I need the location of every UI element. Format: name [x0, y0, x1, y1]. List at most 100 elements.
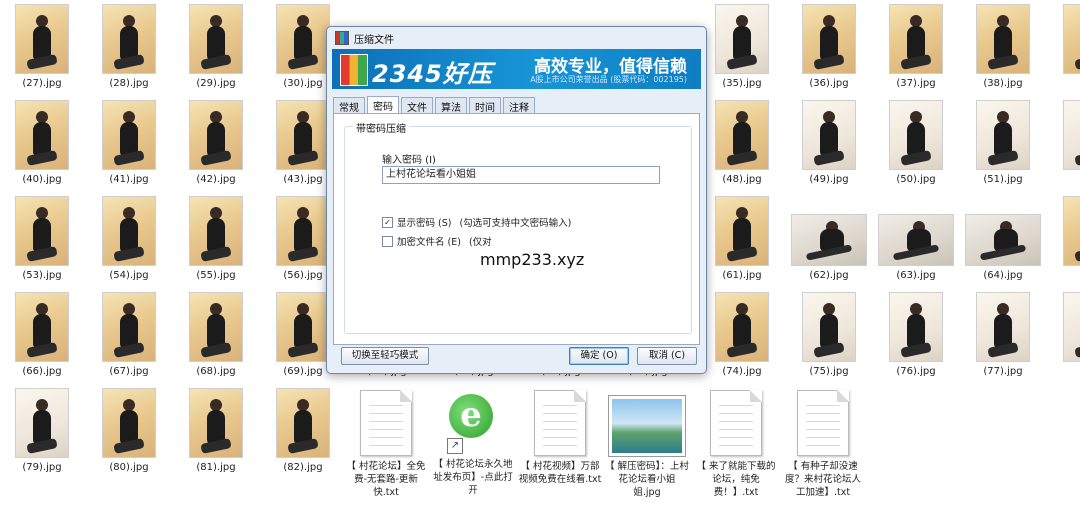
image-file-tile[interactable]: (29).jpg [174, 4, 258, 89]
image-file-tile[interactable]: (68).jpg [174, 292, 258, 377]
tab-general[interactable]: 常规 [333, 97, 365, 114]
image-file-tile[interactable]: (62).jpg [787, 196, 871, 281]
file-name-label: (77).jpg [983, 366, 1023, 377]
image-thumbnail [15, 4, 69, 74]
image-file-tile[interactable]: (61).jpg [700, 196, 784, 281]
text-file-tile[interactable]: 【 有种子却没速度？来村花论坛人工加速】.txt [781, 390, 865, 499]
tab-algorithm[interactable]: 算法 [435, 97, 467, 114]
file-name-label: (62).jpg [809, 270, 849, 281]
image-file-tile[interactable]: (36).jpg [787, 4, 871, 89]
tab-comment[interactable]: 注释 [503, 97, 535, 114]
tab-files[interactable]: 文件 [401, 97, 433, 114]
file-name-label: (82).jpg [283, 462, 323, 473]
file-name-label: (74).jpg [722, 366, 762, 377]
image-file-tile[interactable]: (38).jpg [961, 4, 1045, 89]
file-name-label: (78 [1048, 366, 1080, 377]
file-name-label: (48).jpg [722, 174, 762, 185]
image-file-tile[interactable]: (54).jpg [87, 196, 171, 281]
image-file-tile[interactable]: (35).jpg [700, 4, 784, 89]
image-file-tile[interactable]: (27).jpg [0, 4, 84, 89]
image-file-tile[interactable]: (50).jpg [874, 100, 958, 185]
image-file-tile[interactable]: (55).jpg [174, 196, 258, 281]
image-file-tile[interactable]: (63).jpg [874, 196, 958, 281]
file-name-label: (40).jpg [22, 174, 62, 185]
tab-time[interactable]: 时间 [469, 97, 501, 114]
show-password-label: 显示密码 (S) [397, 218, 452, 229]
image-thumbnail [15, 388, 69, 458]
image-file-tile[interactable]: (65 [1048, 196, 1080, 281]
image-file-tile[interactable]: (49).jpg [787, 100, 871, 185]
image-thumbnail [878, 214, 954, 266]
text-document-icon [534, 390, 586, 456]
file-name-label: 【 来了就能下载的论坛，纯免费！】.txt [696, 461, 776, 498]
image-thumbnail [889, 100, 943, 170]
image-thumbnail [15, 100, 69, 170]
image-file-tile[interactable]: (51).jpg [961, 100, 1045, 185]
image-file-tile[interactable]: (76).jpg [874, 292, 958, 377]
dialog-tabs: 常规 密码 文件 算法 时间 注释 [333, 96, 700, 115]
image-file-tile[interactable]: (41).jpg [87, 100, 171, 185]
image-file-tile[interactable]: (78 [1048, 292, 1080, 377]
image-file-tile[interactable]: (81).jpg [174, 388, 258, 473]
show-password-hint: (勾选可支持中文密码输入) [459, 218, 572, 229]
file-name-label: (27).jpg [22, 78, 62, 89]
cancel-button[interactable]: 取消 (C) [637, 347, 697, 365]
image-file-tile[interactable]: 【 解压密码】：上村花论坛看小姐姐.jpg [605, 390, 689, 499]
ok-button[interactable]: 确定 (O) [569, 347, 629, 365]
text-document-icon [797, 390, 849, 456]
image-file-tile[interactable]: (79).jpg [0, 388, 84, 473]
file-name-label: (67).jpg [109, 366, 149, 377]
image-thumbnail [276, 100, 330, 170]
image-thumbnail [189, 4, 243, 74]
text-file-tile[interactable]: 【 村花视频】万部视频免费在线看.txt [518, 390, 602, 486]
image-file-tile[interactable]: (40).jpg [0, 100, 84, 185]
image-thumbnail [802, 292, 856, 362]
text-file-tile[interactable]: 【 村花论坛】全免费-无套路-更新快.txt [344, 390, 428, 499]
text-document-icon [360, 390, 412, 456]
file-name-label: (37).jpg [896, 78, 936, 89]
image-file-tile[interactable]: (66).jpg [0, 292, 84, 377]
file-name-label: (80).jpg [109, 462, 149, 473]
image-file-tile[interactable]: (48).jpg [700, 100, 784, 185]
file-name-label: (35).jpg [722, 78, 762, 89]
image-file-tile[interactable]: (77).jpg [961, 292, 1045, 377]
image-file-tile[interactable]: (53).jpg [0, 196, 84, 281]
password-label: 输入密码 (I) [382, 155, 436, 166]
image-thumbnail [15, 292, 69, 362]
image-file-tile[interactable]: (37).jpg [874, 4, 958, 89]
file-name-label: (41).jpg [109, 174, 149, 185]
dialog-footer: 切换至轻巧模式 确定 (O) 取消 (C) [327, 347, 706, 365]
dialog-titlebar[interactable]: 压缩文件 [327, 27, 706, 49]
compress-dialog: 压缩文件 2345好压 高效专业，值得信赖 A股上市公司荣誉出品 (股票代码：0… [326, 26, 707, 374]
image-file-tile[interactable]: (80).jpg [87, 388, 171, 473]
image-file-tile[interactable]: (28).jpg [87, 4, 171, 89]
file-name-label: (50).jpg [896, 174, 936, 185]
text-file-tile[interactable]: 【 来了就能下载的论坛，纯免费！】.txt [694, 390, 778, 499]
brand-name: 2345好压 [372, 60, 493, 88]
image-thumbnail [1063, 4, 1080, 74]
image-file-tile[interactable]: (74).jpg [700, 292, 784, 377]
ie-shortcut-icon: e ↗ [447, 390, 499, 454]
image-file-tile[interactable]: (42).jpg [174, 100, 258, 185]
image-file-tile[interactable]: (39 [1048, 4, 1080, 89]
password-input[interactable]: 上村花论坛看小姐姐 [382, 166, 660, 184]
image-file-tile[interactable]: (64).jpg [961, 196, 1045, 281]
image-file-tile[interactable]: (75).jpg [787, 292, 871, 377]
file-name-label: (75).jpg [809, 366, 849, 377]
image-file-tile[interactable]: (82).jpg [261, 388, 345, 473]
file-name-label: (55).jpg [196, 270, 236, 281]
image-thumbnail [802, 100, 856, 170]
show-password-checkbox[interactable]: ✓ [382, 216, 393, 228]
switch-mode-button[interactable]: 切换至轻巧模式 [341, 347, 429, 365]
show-password-row: ✓ 显示密码 (S) (勾选可支持中文密码输入) [382, 215, 571, 229]
image-file-tile[interactable]: (52 [1048, 100, 1080, 185]
file-name-label: (54).jpg [109, 270, 149, 281]
image-thumbnail [276, 388, 330, 458]
image-thumbnail [102, 100, 156, 170]
image-thumbnail [976, 100, 1030, 170]
brand-banner: 2345好压 高效专业，值得信赖 A股上市公司荣誉出品 (股票代码：002195… [332, 49, 701, 89]
shortcut-file-tile[interactable]: e ↗ 【 村花论坛永久地址发布页】-点此打开 [431, 390, 515, 497]
encrypt-names-checkbox[interactable] [382, 235, 393, 247]
image-file-tile[interactable]: (67).jpg [87, 292, 171, 377]
file-name-label: 【 村花论坛】全免费-无套路-更新快.txt [346, 461, 426, 498]
